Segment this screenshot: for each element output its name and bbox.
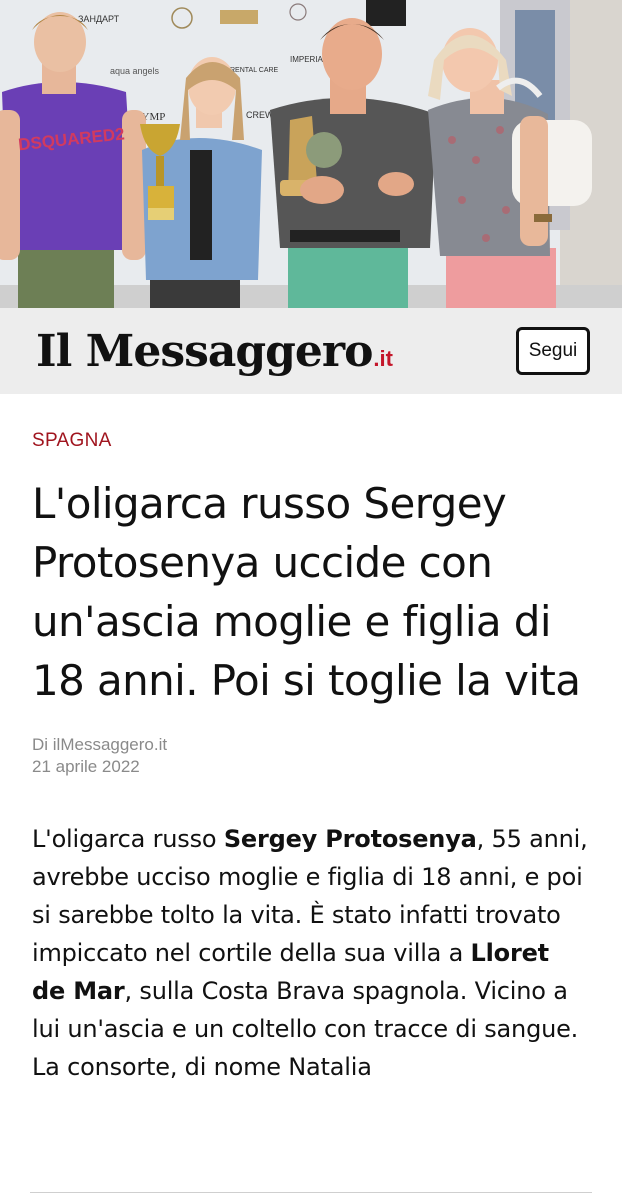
logo-wordmark: Il Messaggero: [36, 325, 373, 377]
article-headline: L'oligarca russo Sergey Protosenya uccid…: [32, 479, 581, 705]
article: SPAGNA L'oligarca russo Sergey Protoseny…: [0, 394, 622, 1086]
sponsor-logo: RENTAL CARE: [230, 67, 279, 74]
divider: [30, 1192, 592, 1193]
sponsor-logo: CREW: [246, 110, 274, 120]
logo-tld: .it: [373, 345, 393, 371]
publisher-header: Il Messaggero .it Segui: [0, 308, 622, 394]
body-text-segment: L'oligarca russo: [32, 825, 224, 853]
hero-illustration: ЗАНДАРТ aqua angels IMPERIAL GARDEN OLYM…: [0, 0, 622, 308]
hero-photo[interactable]: ЗАНДАРТ aqua angels IMPERIAL GARDEN OLYM…: [0, 0, 622, 308]
person-name-bold: Sergey Protosenya: [223, 825, 477, 853]
sponsor-logo: aqua angels: [110, 66, 160, 76]
article-body-paragraph: L'oligarca russo Sergey Protosenya, 55 a…: [32, 820, 590, 1086]
follow-button[interactable]: Segui: [516, 327, 590, 375]
sponsor-logo: ЗАНДАРТ: [78, 14, 120, 24]
article-date: 21 aprile 2022: [32, 757, 140, 776]
section-tag[interactable]: SPAGNA: [32, 430, 590, 452]
article-byline: Di ilMessaggero.it: [32, 735, 168, 754]
publisher-logo[interactable]: Il Messaggero .it: [36, 326, 393, 377]
